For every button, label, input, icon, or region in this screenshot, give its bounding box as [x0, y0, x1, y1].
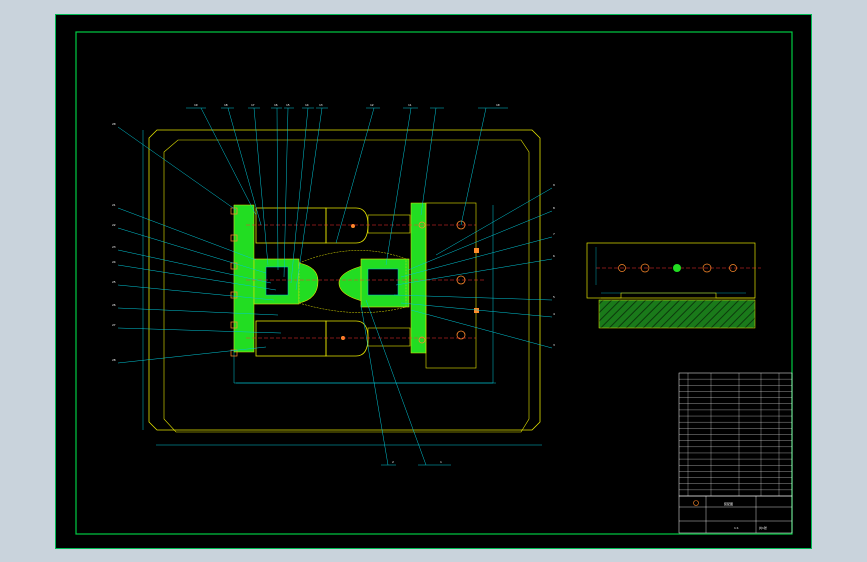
balloon-label: 21: [112, 203, 116, 207]
side-view-body: [586, 242, 756, 299]
balloon-label: 26: [112, 303, 116, 307]
side-rail: [601, 292, 755, 299]
balloon-label: 4: [553, 312, 555, 316]
balloon-label: 2: [392, 460, 394, 464]
balloon-label: 20: [112, 122, 116, 126]
title-block: 装配图 1:1 共1张: [678, 372, 793, 534]
balloon-label: 14: [305, 103, 309, 107]
side-base-hatch: [598, 299, 756, 329]
upper-cylinder-body: [255, 207, 327, 244]
title-scale: 1:1: [734, 526, 739, 530]
balloon-label: 17: [251, 103, 255, 107]
balloon-label: 19: [194, 103, 198, 107]
upper-cylinder-cap: [325, 207, 369, 244]
balloon-label: 15: [286, 103, 290, 107]
right-clamp-core: [367, 268, 399, 296]
left-jaw: [298, 262, 319, 304]
side-view: [586, 242, 761, 329]
balloon-label: 27: [112, 323, 116, 327]
title-sheet: 共1张: [759, 525, 767, 530]
balloon-label: 7: [553, 232, 555, 236]
drawing-sheet: 19 18 17 16 15 14 13 12 11 10 9 8 7 6 5 …: [55, 14, 812, 549]
balloon-label: 8: [553, 206, 555, 210]
balloon-label: 6: [553, 254, 555, 258]
balloon-label: 28: [112, 358, 116, 362]
balloon-label: 10: [496, 103, 500, 107]
balloon-label: 23: [112, 245, 116, 249]
right-plate-bolts: [474, 248, 479, 313]
balloon-label: 25: [112, 280, 116, 284]
balloons-right: 9 8 7 6 5 4 3: [553, 183, 555, 347]
right-rail: [410, 202, 427, 354]
balloons-left: 20 21 22 23 24 25 26 27 28: [112, 122, 116, 362]
balloon-label: 3: [553, 343, 555, 347]
title-drawing-name: 装配图: [724, 501, 733, 506]
lower-cylinder-cap: [325, 320, 369, 357]
balloon-label: 1: [440, 460, 442, 464]
parts-list-grid: [679, 373, 792, 496]
lower-cylinder-body: [255, 320, 327, 357]
balloon-label: 9: [553, 183, 555, 187]
upper-cylinder-port: [351, 224, 355, 228]
left-clamp-core: [265, 266, 289, 296]
main-plan-view: [117, 107, 553, 466]
balloon-label: 24: [112, 260, 116, 264]
upper-piston-rod: [367, 214, 411, 234]
cad-drawing: 19 18 17 16 15 14 13 12 11 10 9 8 7 6 5 …: [75, 31, 793, 535]
balloon-label: 18: [224, 103, 228, 107]
lower-piston-rod: [367, 327, 411, 347]
balloon-label: 12: [370, 103, 374, 107]
balloon-label: 22: [112, 223, 116, 227]
side-hole-pin: [673, 264, 681, 272]
balloon-label: 11: [408, 103, 412, 107]
right-rail-plate: [425, 202, 477, 369]
balloon-label: 13: [319, 103, 323, 107]
projection-symbol-icon: [693, 500, 699, 506]
balloons-bottom: 2 1: [392, 460, 442, 464]
inner-frame: [75, 31, 793, 535]
leader-lines: [117, 107, 553, 466]
balloon-label: 16: [274, 103, 278, 107]
balloons-top: 19 18 17 16 15 14 13 12 11 10: [194, 103, 500, 107]
balloon-label: 5: [553, 295, 555, 299]
